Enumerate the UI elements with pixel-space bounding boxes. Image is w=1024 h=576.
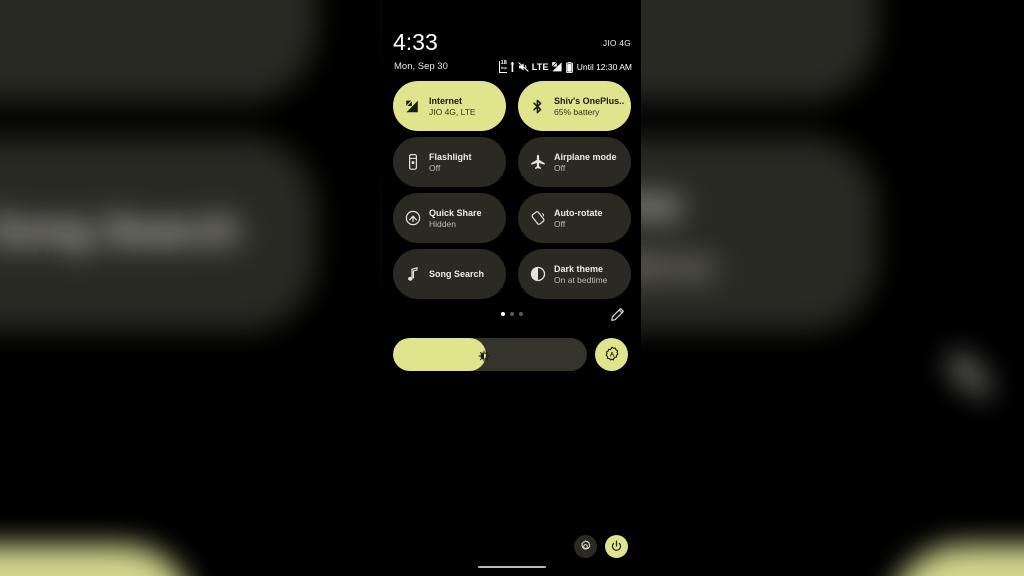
tile-subtitle: Off	[554, 162, 566, 173]
signal-bar-icon	[510, 62, 515, 72]
tile-subtitle: On at bedtime	[554, 274, 608, 285]
tile-text: Quick Share Hidden	[429, 207, 482, 230]
tile-title: Airplane mode	[554, 151, 617, 162]
battery-icon	[565, 61, 573, 73]
signal-icon	[404, 98, 421, 115]
dark-theme-icon	[529, 266, 546, 283]
bluetooth-icon	[529, 98, 546, 115]
status-bar: 4:33 Mon, Sep 30 JIO 4G 18 kbps LTE Unti…	[383, 0, 641, 80]
alarm-until-label: Until 12:30 AM	[576, 62, 632, 72]
tile-flashlight[interactable]: Flashlight Off	[393, 137, 506, 187]
tile-dark-theme[interactable]: Dark theme On at bedtime	[518, 249, 631, 299]
lte-label: LTE	[531, 62, 549, 72]
tile-text: Shiv's OnePlus.. 65% battery	[554, 95, 624, 118]
tile-subtitle: 65% battery	[554, 106, 600, 117]
tile-title: Internet	[429, 95, 463, 106]
power-icon	[611, 540, 622, 551]
settings-button[interactable]	[574, 535, 597, 558]
tile-subtitle: Hidden	[429, 218, 456, 229]
clock: 4:33	[393, 29, 438, 55]
tile-text: Airplane mode Off	[554, 151, 617, 174]
tiles-grid: Internet JIO 4G, LTE Shiv's OnePlus.. 65…	[393, 81, 631, 299]
tile-text: Song Search	[429, 268, 484, 280]
airplane-icon	[529, 154, 546, 171]
signal-icon	[551, 62, 563, 72]
bg-brightness-slider	[0, 545, 194, 576]
tile-bluetooth-device[interactable]: Shiv's OnePlus.. 65% battery	[518, 81, 631, 131]
auto-brightness-button[interactable]: A	[595, 337, 628, 371]
tile-text: Auto-rotate Off	[554, 207, 603, 230]
flashlight-icon	[404, 154, 421, 171]
tile-quick-share[interactable]: Quick Share Hidden	[393, 193, 506, 243]
tile-song-search[interactable]: Song Search	[393, 249, 506, 299]
tile-title: Dark theme	[554, 263, 604, 274]
pencil-edit-icon[interactable]	[609, 307, 625, 323]
auto-rotate-icon	[529, 210, 546, 227]
screenshot-root: Flashlight Off ♪ Song Search Dark theme …	[0, 0, 1024, 576]
bottom-button-bar	[574, 535, 628, 558]
pager-row	[383, 305, 641, 325]
auto-brightness-icon: A	[605, 346, 618, 361]
tile-title: Auto-rotate	[554, 207, 603, 218]
brightness-row: A	[393, 337, 631, 371]
quick-settings-panel: 4:33 Mon, Sep 30 JIO 4G 18 kbps LTE Unti…	[383, 0, 641, 576]
data-rate-icon: 18 kbps	[498, 60, 507, 73]
bg-pencil-edit-icon: ✎	[943, 342, 998, 416]
date-label: Mon, Sep 30	[394, 61, 448, 72]
brightness-slider[interactable]	[393, 337, 587, 371]
tile-title: Song Search	[429, 269, 485, 279]
bg-label: Song Search	[0, 208, 240, 254]
page-dot-3[interactable]	[519, 312, 523, 316]
status-icon-tray: 18 kbps LTE Until 12:30 AM	[498, 60, 632, 74]
carrier-label: JIO 4G	[602, 38, 631, 48]
brightness-icon	[478, 349, 490, 362]
home-gesture-bar[interactable]	[478, 565, 546, 568]
quick-share-icon	[404, 210, 421, 227]
tile-auto-rotate[interactable]: Auto-rotate Off	[518, 193, 631, 243]
tile-text: Internet JIO 4G, LTE	[429, 95, 476, 118]
power-button[interactable]	[605, 535, 628, 558]
tile-title: Shiv's OnePlus..	[554, 95, 625, 106]
svg-text:A: A	[609, 351, 614, 358]
brightness-slider-fill	[393, 337, 487, 371]
tile-title: Flashlight	[429, 151, 472, 162]
music-note-icon	[404, 266, 421, 283]
tile-title: Quick Share	[429, 207, 482, 218]
tile-subtitle: JIO 4G, LTE	[429, 106, 476, 117]
tile-subtitle: Off	[554, 218, 566, 229]
bg-auto-brightness	[887, 545, 1024, 576]
tile-internet[interactable]: Internet JIO 4G, LTE	[393, 81, 506, 131]
tile-text: Dark theme On at bedtime	[554, 263, 607, 286]
page-dot-2[interactable]	[510, 312, 514, 316]
tile-text: Flashlight Off	[429, 151, 472, 174]
bg-tile	[0, 0, 316, 102]
mute-icon	[518, 62, 529, 72]
gear-icon	[581, 540, 591, 550]
page-dot-1[interactable]	[501, 312, 505, 316]
tile-subtitle: Off	[429, 162, 441, 173]
tile-airplane-mode[interactable]: Airplane mode Off	[518, 137, 631, 187]
page-indicator[interactable]	[501, 312, 523, 316]
